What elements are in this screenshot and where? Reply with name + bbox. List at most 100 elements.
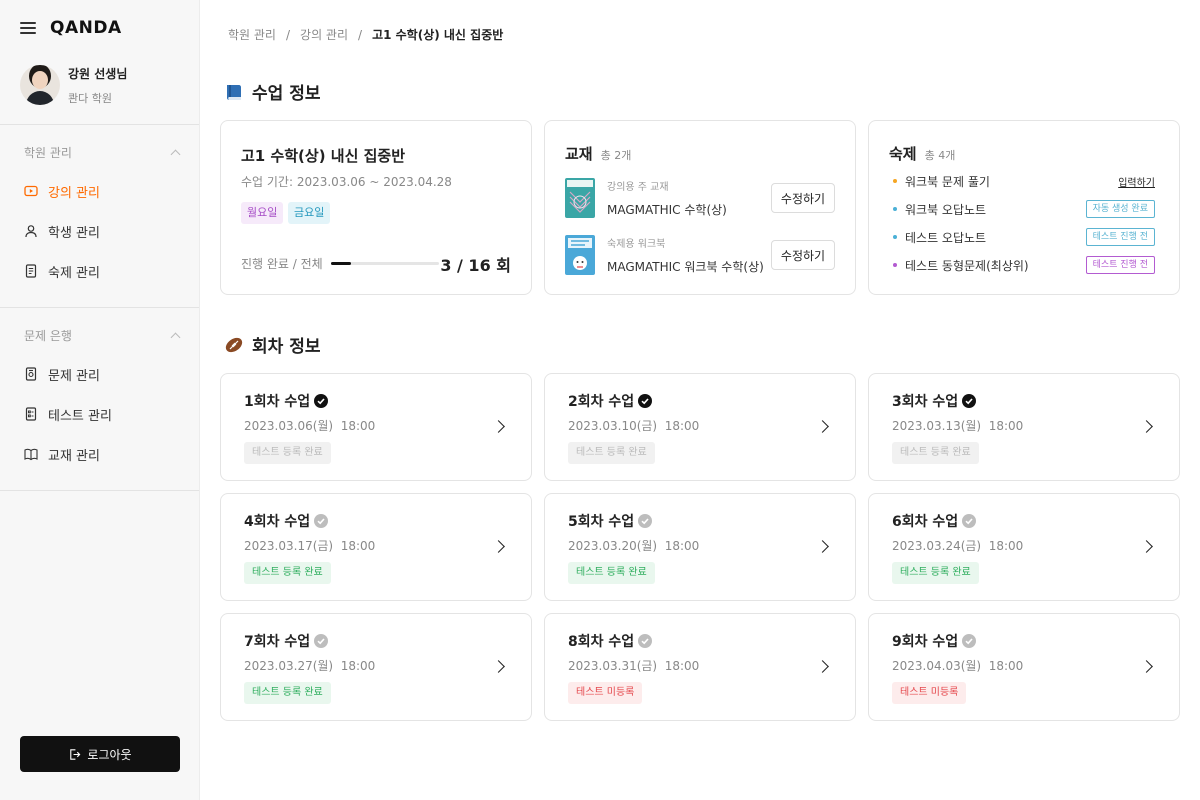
logout-icon	[70, 748, 81, 760]
check-outline-icon	[962, 634, 977, 648]
test-doc-icon	[24, 407, 38, 421]
progress-bar	[331, 262, 439, 265]
sidebar-item-textbooks[interactable]: 교재 관리	[0, 434, 199, 474]
edit-textbook-button[interactable]: 수정하기	[771, 183, 835, 213]
session-info-title: 회차 정보	[224, 332, 320, 357]
session-card[interactable]: 5회차 수업 2023.03.20(월) 18:00 테스트 등록 완료	[544, 493, 856, 601]
session-date: 2023.04.03(월) 18:00	[892, 659, 1024, 673]
chevron-right-icon[interactable]	[492, 420, 505, 433]
chevron-right-icon[interactable]	[492, 540, 505, 553]
day-tag: 금요일	[288, 202, 331, 224]
book-name: MAGMATHIC 워크북 수학(상)	[607, 260, 764, 274]
session-date: 2023.03.13(월) 18:00	[892, 419, 1024, 433]
progress-fill	[331, 262, 352, 265]
sidebar-item-label: 교재 관리	[48, 448, 100, 464]
sidebar-item-label: 문제 관리	[48, 368, 100, 384]
profile[interactable]: 강원 선생님 콴다 학원	[0, 56, 199, 124]
logout-label: 로그아웃	[87, 747, 132, 762]
chevron-right-icon[interactable]	[1140, 420, 1153, 433]
chevron-up-icon[interactable]	[170, 149, 181, 159]
bullet-dot-icon	[893, 235, 897, 239]
session-title: 6회차 수업	[892, 511, 977, 531]
logout-button[interactable]: 로그아웃	[20, 736, 180, 772]
breadcrumb-item[interactable]: 강의 관리	[300, 26, 348, 43]
chevron-right-icon[interactable]	[816, 420, 829, 433]
course-title: 고1 수학(상) 내신 집중반	[241, 147, 406, 165]
progress-label: 진행 완료 / 전체	[241, 257, 323, 271]
session-date: 2023.03.24(금) 18:00	[892, 539, 1024, 553]
menu-icon[interactable]	[20, 22, 36, 34]
sidebar-item-label: 강의 관리	[48, 185, 100, 201]
nav-section-header[interactable]: 문제 은행	[0, 324, 199, 346]
chevron-up-icon[interactable]	[170, 332, 181, 342]
chevron-right-icon[interactable]	[1140, 660, 1153, 673]
sidebar-item-problems[interactable]: 문제 관리	[0, 354, 199, 394]
sidebar-item-tests[interactable]: 테스트 관리	[0, 394, 199, 434]
nav-section-academy: 학원 관리 강의 관리 학생 관리 숙제 관리	[0, 124, 199, 307]
check-filled-icon	[962, 394, 977, 408]
check-outline-icon	[314, 634, 329, 648]
book-subtitle: 강의용 주 교재	[607, 182, 669, 193]
homework-card: 숙제 총 4개 워크북 문제 풀기 입력하기 워크북 오답노트 자동 생성 완료 테스트…	[868, 120, 1180, 295]
enter-link[interactable]: 입력하기	[1118, 174, 1155, 189]
breadcrumb-separator: /	[285, 27, 291, 42]
person-icon	[24, 224, 38, 238]
session-card[interactable]: 7회차 수업 2023.03.27(월) 18:00 테스트 등록 완료	[220, 613, 532, 721]
test-status-tag: 테스트 등록 완료	[892, 442, 979, 464]
chevron-right-icon[interactable]	[492, 660, 505, 673]
chevron-right-icon[interactable]	[816, 540, 829, 553]
homework-label: 테스트 오답노트	[905, 230, 987, 245]
session-title-label: 8회차 수업	[568, 634, 635, 650]
session-title: 7회차 수업	[244, 631, 329, 651]
homework-label: 테스트 동형문제(최상위)	[905, 258, 1029, 273]
edit-workbook-button[interactable]: 수정하기	[771, 240, 835, 270]
chevron-right-icon[interactable]	[816, 660, 829, 673]
session-title-label: 9회차 수업	[892, 634, 959, 650]
test-status-tag: 테스트 등록 완료	[892, 562, 979, 584]
homework-item: 워크북 오답노트 자동 생성 완료	[893, 199, 1155, 219]
bullet-dot-icon	[893, 263, 897, 267]
check-outline-icon	[638, 514, 653, 528]
sidebar-topbar: QANDA	[0, 0, 199, 56]
session-card[interactable]: 3회차 수업 2023.03.13(월) 18:00 테스트 등록 완료	[868, 373, 1180, 481]
textbook-item: 숙제용 워크북 MAGMATHIC 워크북 수학(상)	[565, 235, 764, 275]
breadcrumb-item[interactable]: 학원 관리	[228, 26, 276, 43]
chevron-right-icon[interactable]	[1140, 540, 1153, 553]
test-status-tag: 테스트 미등록	[892, 682, 967, 704]
session-card[interactable]: 8회차 수업 2023.03.31(금) 18:00 테스트 미등록	[544, 613, 856, 721]
sidebar-item-homework[interactable]: 숙제 관리	[0, 251, 199, 291]
session-date: 2023.03.27(월) 18:00	[244, 659, 376, 673]
homework-label: 워크북 문제 풀기	[905, 174, 990, 189]
session-card[interactable]: 6회차 수업 2023.03.24(금) 18:00 테스트 등록 완료	[868, 493, 1180, 601]
session-title: 3회차 수업	[892, 391, 977, 411]
test-status-tag: 테스트 등록 완료	[244, 682, 331, 704]
session-card[interactable]: 9회차 수업 2023.04.03(월) 18:00 테스트 미등록	[868, 613, 1180, 721]
breadcrumb: 학원 관리 / 강의 관리 / 고1 수학(상) 내신 집중반	[228, 26, 503, 43]
sidebar-item-lecture[interactable]: 강의 관리	[0, 171, 199, 211]
session-title-label: 3회차 수업	[892, 394, 959, 410]
session-title-label: 1회차 수업	[244, 394, 311, 410]
nav-section-label: 문제 은행	[24, 328, 72, 343]
session-title-label: 4회차 수업	[244, 514, 311, 530]
session-card[interactable]: 4회차 수업 2023.03.17(금) 18:00 테스트 등록 완료	[220, 493, 532, 601]
book-icon	[24, 447, 38, 461]
session-date: 2023.03.10(금) 18:00	[568, 419, 700, 433]
section-label: 회차 정보	[252, 337, 321, 357]
sidebar-item-students[interactable]: 학생 관리	[0, 211, 199, 251]
session-card[interactable]: 1회차 수업 2023.03.06(월) 18:00 테스트 등록 완료	[220, 373, 532, 481]
session-date: 2023.03.20(월) 18:00	[568, 539, 700, 553]
homework-status-tag: 테스트 진행 전	[1085, 228, 1155, 246]
nav-section-label: 학원 관리	[24, 145, 72, 160]
homework-label: 워크북 오답노트	[905, 202, 987, 217]
session-card[interactable]: 2회차 수업 2023.03.10(금) 18:00 테스트 등록 완료	[544, 373, 856, 481]
check-outline-icon	[314, 514, 329, 528]
session-title: 4회차 수업	[244, 511, 329, 531]
logo[interactable]: QANDA	[50, 18, 122, 38]
card-title: 숙제	[889, 145, 917, 163]
check-filled-icon	[314, 394, 329, 408]
profile-org: 콴다 학원	[68, 91, 112, 105]
card-title: 교재	[565, 145, 593, 163]
day-tag: 월요일	[241, 202, 284, 224]
nav-section-header[interactable]: 학원 관리	[0, 141, 199, 163]
session-title-label: 7회차 수업	[244, 634, 311, 650]
